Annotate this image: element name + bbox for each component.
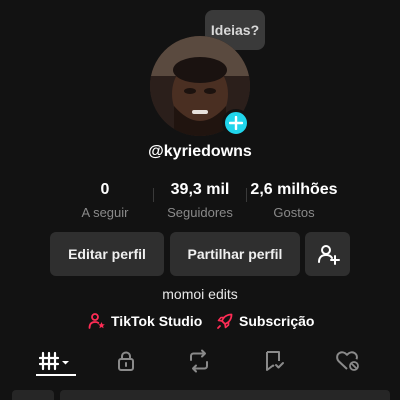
tiktok-studio-link[interactable]: TikTok Studio — [88, 312, 202, 330]
username: @kyriedowns — [148, 143, 252, 160]
rocket-icon — [217, 313, 233, 329]
find-friends-button[interactable] — [305, 232, 350, 276]
repost-icon — [190, 349, 208, 373]
tab-saved[interactable] — [252, 346, 296, 376]
stat-label: A seguir — [81, 205, 129, 220]
stat-likes[interactable]: 2,6 milhões Gostos — [239, 180, 349, 220]
subscription-link[interactable]: Subscrição — [216, 312, 314, 330]
plus-icon — [229, 116, 243, 130]
active-tab-indicator — [36, 374, 76, 376]
lock-icon — [118, 351, 134, 371]
liked-icon — [336, 351, 359, 371]
stat-value: 0 — [100, 181, 110, 198]
edit-profile-button[interactable]: Editar perfil — [50, 232, 164, 276]
studio-icon — [88, 313, 105, 329]
stat-value: 2,6 milhões — [250, 181, 338, 198]
profile-links: TikTok Studio Subscrição — [0, 312, 400, 330]
stat-label: Gostos — [273, 205, 315, 220]
subscription-label: Subscrição — [239, 313, 315, 329]
profile-page: Ideias? @kyriedowns 0 A seguir 39,3 mil … — [0, 0, 400, 400]
share-profile-button[interactable]: Partilhar perfil — [170, 232, 300, 276]
profile-tabs — [0, 346, 400, 376]
stat-following[interactable]: 0 A seguir — [50, 180, 160, 220]
grid-chip[interactable] — [60, 390, 390, 400]
add-story-button[interactable] — [222, 109, 250, 137]
saved-icon — [266, 351, 284, 371]
tab-reposts[interactable] — [177, 346, 221, 376]
edit-profile-label: Editar perfil — [68, 246, 146, 262]
stats-row: 0 A seguir 39,3 mil Seguidores 2,6 milhõ… — [0, 180, 400, 222]
add-person-icon — [317, 245, 340, 265]
tab-videos[interactable] — [34, 346, 78, 376]
content-grid-preview — [0, 388, 400, 400]
videos-grid-icon — [39, 351, 69, 371]
tiktok-studio-label: TikTok Studio — [111, 313, 203, 329]
bio-text: momoi edits — [162, 286, 238, 302]
grid-chip[interactable] — [12, 390, 54, 400]
tab-liked[interactable] — [326, 346, 370, 376]
share-profile-label: Partilhar perfil — [187, 246, 283, 262]
tab-private[interactable] — [104, 346, 148, 376]
